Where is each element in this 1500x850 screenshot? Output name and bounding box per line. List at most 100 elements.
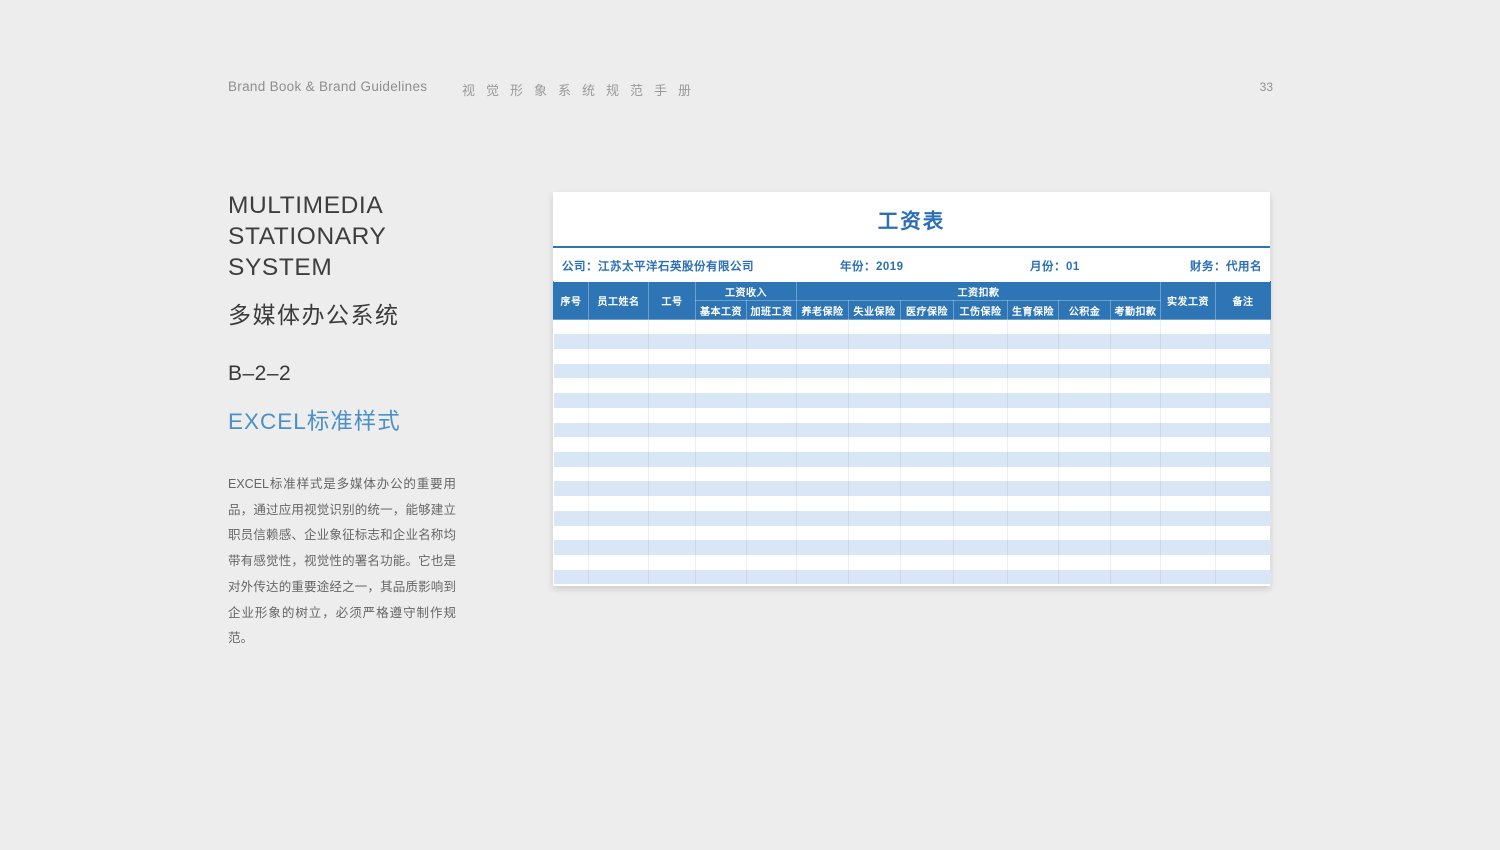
body-cell [1111,467,1161,482]
body-cell [1059,452,1111,467]
body-cell [649,570,696,585]
body-cell [1216,555,1271,570]
body-cell [696,423,747,438]
body-cell [1059,481,1111,496]
body-cell [1161,467,1216,482]
body-cell [1111,526,1161,541]
body-cell [649,540,696,555]
body-cell [901,526,954,541]
body-cell [589,555,649,570]
body-cell [1008,408,1059,423]
body-cell [1161,481,1216,496]
salary-table-title-block: 工资表 [553,192,1270,246]
body-cell [797,570,849,585]
body-cell [1008,555,1059,570]
body-cell [696,334,747,349]
body-cell [589,437,649,452]
body-cell [1216,511,1271,526]
body-cell [954,378,1008,393]
header-cell: 实发工资 [1161,282,1216,320]
body-cell [1111,393,1161,408]
body-cell [747,378,797,393]
body-cell [954,364,1008,379]
body-cell [747,467,797,482]
body-cell [1111,570,1161,585]
body-cell [1008,481,1059,496]
body-cell [1059,393,1111,408]
body-cell [1059,320,1111,335]
header-cell: 基本工资 [696,301,747,320]
body-cell [1059,349,1111,364]
body-cell [849,570,901,585]
body-cell [696,452,747,467]
body-cell [1161,349,1216,364]
section-title-cn: 多媒体办公系统 [228,296,458,330]
body-cell [1008,378,1059,393]
body-cell [649,334,696,349]
body-cell [901,496,954,511]
body-cell [1216,334,1271,349]
body-cell [649,481,696,496]
body-cell [696,364,747,379]
body-cell [1161,496,1216,511]
body-cell [1059,423,1111,438]
header-group-cell: 工资扣款 [797,282,1161,301]
body-cell [954,481,1008,496]
body-cell [554,364,589,379]
body-cell [589,349,649,364]
info-year: 年份：2019 [840,258,904,274]
body-cell [747,334,797,349]
body-cell [589,570,649,585]
table-row [554,334,1271,349]
body-cell [696,393,747,408]
body-cell [797,452,849,467]
body-cell [849,540,901,555]
body-cell [747,481,797,496]
section-subtitle: EXCEL标准样式 [228,404,458,436]
body-cell [554,555,589,570]
body-cell [589,423,649,438]
body-cell [1216,423,1271,438]
body-cell [649,511,696,526]
page-number: 33 [1260,80,1273,94]
body-cell [1111,364,1161,379]
body-cell [901,452,954,467]
body-cell [849,408,901,423]
body-cell [1216,364,1271,379]
body-cell [1059,496,1111,511]
body-cell [954,320,1008,335]
body-cell [1161,364,1216,379]
salary-table-info-row: 公司：江苏太平洋石英股份有限公司 年份：2019 月份：01 财务：代用名 [553,248,1270,281]
table-row [554,437,1271,452]
body-cell [554,511,589,526]
table-row [554,349,1271,364]
header-cell: 公积金 [1059,301,1111,320]
body-cell [1008,334,1059,349]
header-cell: 医疗保险 [901,301,954,320]
body-cell [554,378,589,393]
body-cell [747,393,797,408]
body-cell [901,334,954,349]
body-cell [797,526,849,541]
body-cell [1216,349,1271,364]
header-cell: 生育保险 [1008,301,1059,320]
body-cell [849,467,901,482]
body-cell [649,349,696,364]
body-cell [954,570,1008,585]
body-cell [797,511,849,526]
info-month: 月份：01 [1030,258,1080,274]
body-cell [554,334,589,349]
body-cell [554,349,589,364]
body-cell [1059,540,1111,555]
body-cell [797,437,849,452]
header-cell: 序号 [554,282,589,320]
body-cell [554,481,589,496]
body-cell [1216,452,1271,467]
body-cell [649,437,696,452]
body-cell [1008,423,1059,438]
body-cell [797,364,849,379]
body-cell [954,467,1008,482]
header-cell: 失业保险 [849,301,901,320]
body-cell [1216,378,1271,393]
body-cell [954,496,1008,511]
